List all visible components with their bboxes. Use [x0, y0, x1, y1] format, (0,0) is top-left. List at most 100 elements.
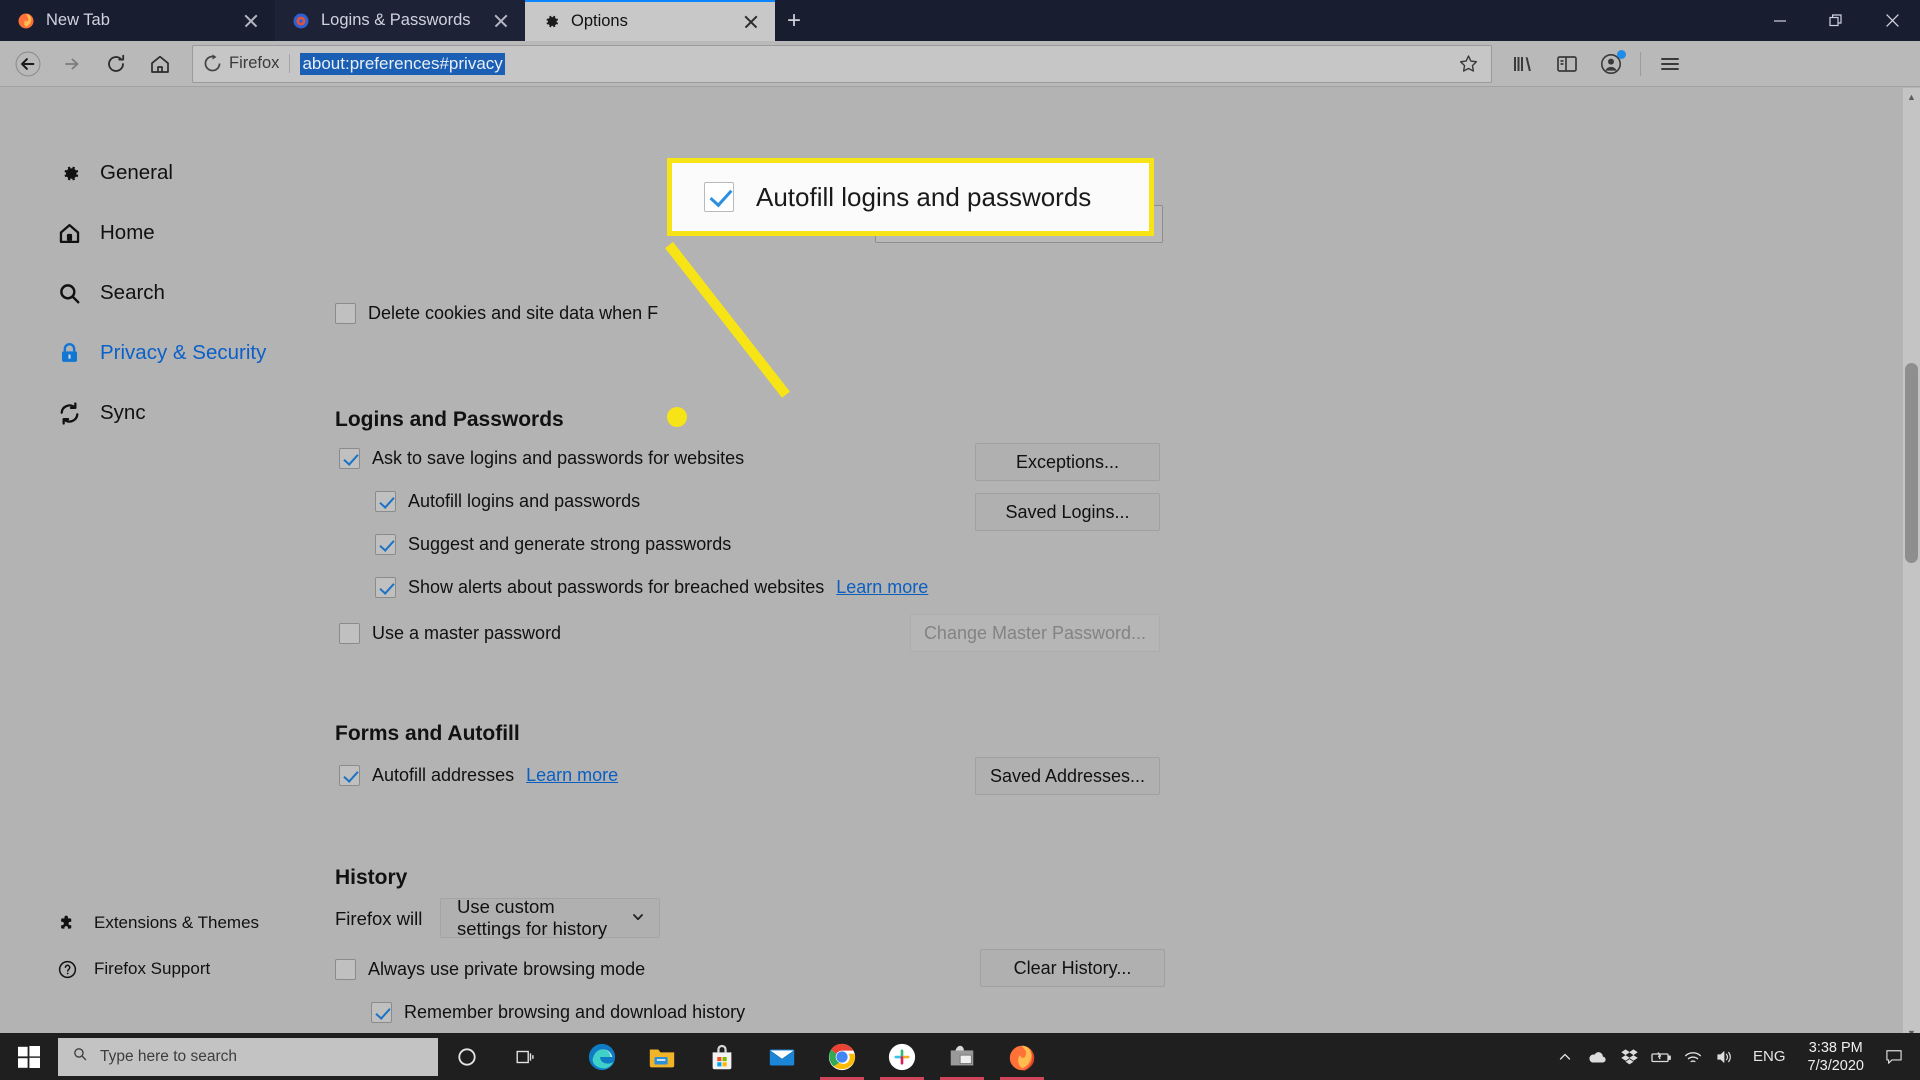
wifi-icon[interactable] [1677, 1033, 1709, 1080]
tab-options[interactable]: Options [525, 0, 775, 41]
firefox-icon[interactable] [992, 1033, 1052, 1080]
star-icon[interactable] [1455, 51, 1481, 77]
hamburger-menu-icon[interactable] [1649, 45, 1691, 83]
link-learn-more-addresses[interactable]: Learn more [526, 765, 618, 786]
change-master-password-button[interactable]: Change Master Password... [910, 614, 1160, 652]
checkbox-suggest-strong-passwords[interactable] [375, 534, 396, 555]
volume-icon[interactable] [1709, 1033, 1741, 1080]
navigation-toolbar: Firefox about:preferences#privacy [0, 41, 1920, 87]
checkbox-always-private-browsing[interactable] [335, 959, 356, 980]
logins-icon [291, 11, 311, 31]
search-icon [72, 1046, 88, 1067]
sidebar-item-label: Sync [100, 401, 146, 424]
close-icon[interactable] [1864, 0, 1920, 41]
row-label: Use a master password [372, 623, 562, 643]
url-input[interactable]: about:preferences#privacy [300, 52, 505, 75]
minimize-icon[interactable] [1752, 0, 1808, 41]
row-label: Show alerts about passwords for breached… [408, 577, 825, 597]
row-breach-alerts[interactable]: Show alerts about passwords for breached… [375, 577, 928, 598]
sidebar-item-extensions-themes[interactable]: Extensions & Themes [0, 903, 330, 943]
row-autofill-addresses[interactable]: Autofill addresses Learn more [339, 765, 618, 786]
library-icon[interactable] [1502, 45, 1544, 83]
page-scrollbar[interactable]: ▲ ▼ [1903, 88, 1920, 1041]
row-label: Ask to save logins and passwords for web… [372, 448, 745, 468]
clear-history-button[interactable]: Clear History... [980, 949, 1165, 987]
taskbar-search-placeholder: Type here to search [100, 1047, 237, 1065]
row-suggest-strong-passwords[interactable]: Suggest and generate strong passwords [375, 534, 731, 555]
history-mode-select[interactable]: Use custom settings for history [440, 896, 660, 939]
address-bar[interactable]: Firefox about:preferences#privacy [192, 44, 1492, 83]
sidebar-item-general[interactable]: General [0, 150, 330, 196]
chrome-icon[interactable] [812, 1033, 872, 1080]
lock-icon [56, 340, 82, 366]
account-badge [1617, 49, 1626, 59]
sidebar-icon[interactable] [1546, 45, 1588, 83]
cortana-icon[interactable] [438, 1033, 496, 1080]
row-remember-browsing-history[interactable]: Remember browsing and download history [371, 1002, 745, 1023]
checkbox-remember-browsing-history[interactable] [371, 1002, 392, 1023]
back-icon[interactable] [6, 45, 50, 83]
onedrive-icon[interactable] [1581, 1033, 1613, 1080]
link-learn-more-breaches[interactable]: Learn more [836, 577, 928, 598]
tab-new-tab[interactable]: New Tab [0, 0, 275, 41]
row-delete-cookies[interactable]: Delete cookies and site data when F [335, 303, 658, 324]
windows-start-icon[interactable] [0, 1033, 58, 1080]
microsoft-store-icon[interactable] [692, 1033, 752, 1080]
forward-icon[interactable] [50, 45, 94, 83]
checkbox-autofill-logins[interactable] [375, 491, 396, 512]
reload-icon[interactable] [94, 45, 138, 83]
notification-icon[interactable] [1874, 1033, 1914, 1080]
tab-logins-passwords[interactable]: Logins & Passwords [275, 0, 525, 41]
close-icon[interactable] [241, 11, 261, 31]
sidebar-item-home[interactable]: Home [0, 210, 330, 256]
checkbox-ask-to-save-logins[interactable] [339, 448, 360, 469]
edge-icon[interactable] [572, 1033, 632, 1080]
callout-pointer-dot [667, 407, 687, 427]
slack-icon[interactable] [872, 1033, 932, 1080]
sidebar-item-firefox-support[interactable]: Firefox Support [0, 949, 330, 989]
mail-icon[interactable] [752, 1033, 812, 1080]
sidebar-item-label: Search [100, 281, 165, 304]
checkbox-autofill-addresses[interactable] [339, 765, 360, 786]
battery-icon[interactable] [1645, 1033, 1677, 1080]
snagit-icon[interactable] [932, 1033, 992, 1080]
sidebar-item-search[interactable]: Search [0, 270, 330, 316]
language-indicator[interactable]: ENG [1741, 1048, 1798, 1065]
checkbox-delete-cookies[interactable] [335, 303, 356, 324]
home-icon[interactable] [138, 45, 182, 83]
new-tab-button[interactable]: + [775, 0, 813, 41]
sidebar-item-sync[interactable]: Sync [0, 390, 330, 436]
row-autofill-logins[interactable]: Autofill logins and passwords [375, 491, 640, 512]
chevron-down-icon [631, 907, 645, 929]
file-explorer-icon[interactable] [632, 1033, 692, 1080]
checkbox-autofill-logins-highlight[interactable] [704, 182, 734, 212]
checkbox-use-master-password[interactable] [339, 623, 360, 644]
show-hidden-icons-icon[interactable] [1549, 1033, 1581, 1080]
close-icon[interactable] [741, 12, 761, 32]
saved-addresses-button[interactable]: Saved Addresses... [975, 757, 1160, 795]
saved-logins-button[interactable]: Saved Logins... [975, 493, 1160, 531]
close-icon[interactable] [491, 11, 511, 31]
account-icon[interactable] [1590, 45, 1632, 83]
checkbox-breach-alerts[interactable] [375, 577, 396, 598]
row-use-master-password[interactable]: Use a master password [339, 623, 561, 644]
clock-date: 7/3/2020 [1807, 1057, 1864, 1074]
history-mode-value: Use custom settings for history [457, 896, 608, 939]
row-always-private-browsing[interactable]: Always use private browsing mode [335, 959, 645, 980]
question-circle-icon [56, 958, 78, 980]
dropbox-icon[interactable] [1613, 1033, 1645, 1080]
scroll-up-icon[interactable]: ▲ [1903, 88, 1920, 105]
sidebar-bottom: Extensions & Themes Firefox Support [0, 903, 330, 995]
section-title-forms-autofill: Forms and Autofill [335, 722, 520, 745]
exceptions-button[interactable]: Exceptions... [975, 443, 1160, 481]
preferences-sidebar: General Home Search Privacy & Security S… [0, 88, 330, 1041]
row-ask-to-save-logins[interactable]: Ask to save logins and passwords for web… [339, 448, 744, 469]
sidebar-item-privacy-security[interactable]: Privacy & Security [0, 330, 330, 376]
restore-icon[interactable] [1808, 0, 1864, 41]
scrollbar-thumb[interactable] [1905, 363, 1918, 563]
sidebar-item-label: Firefox Support [94, 959, 211, 978]
identity-box[interactable]: Firefox [203, 54, 291, 73]
clock[interactable]: 3:38 PM 7/3/2020 [1798, 1039, 1874, 1075]
task-view-icon[interactable] [496, 1033, 554, 1080]
taskbar-search-input[interactable]: Type here to search [58, 1037, 438, 1076]
